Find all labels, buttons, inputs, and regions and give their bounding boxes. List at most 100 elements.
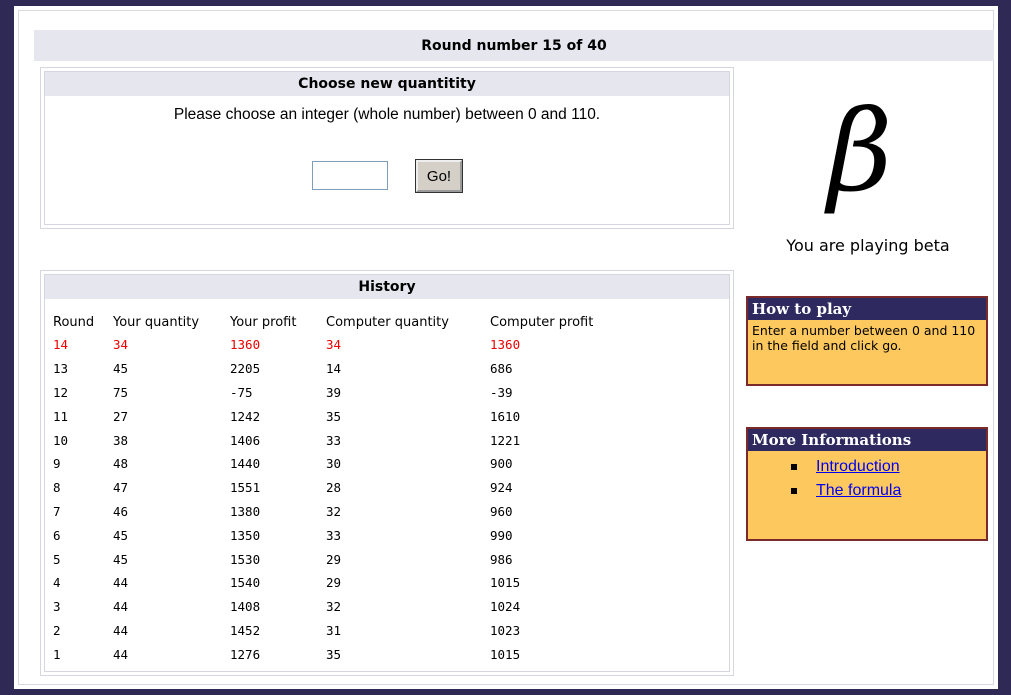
computer-quantity-cell: 28	[326, 480, 342, 496]
round-indicator: Round number 15 of 40	[34, 30, 994, 61]
table-row: 12 75 -75 39 -39	[53, 381, 630, 405]
your-profit-cell: 1540	[230, 575, 261, 591]
round-cell: 11	[53, 408, 69, 424]
computer-profit-cell: 990	[490, 527, 513, 543]
computer-profit-cell: 1221	[490, 432, 521, 448]
computer-quantity-cell: 35	[326, 646, 342, 662]
your-profit-cell: 1452	[230, 622, 261, 638]
round-cell: 3	[53, 599, 61, 615]
table-row: 3 44 1408 32 1024	[53, 595, 630, 619]
history-panel: History Round Your quantity Your profit …	[40, 270, 734, 676]
table-row: 10 38 1406 33 1221	[53, 428, 630, 452]
computer-profit-cell: 924	[490, 480, 513, 496]
col-computer-profit: Computer profit	[490, 314, 594, 330]
your-quantity-cell: 38	[113, 432, 129, 448]
your-quantity-cell: 44	[113, 646, 129, 662]
table-row: 4 44 1540 29 1015	[53, 571, 630, 595]
your-quantity-cell: 27	[113, 408, 129, 424]
list-item: Introduction	[748, 455, 986, 479]
your-quantity-cell: 47	[113, 480, 129, 496]
computer-quantity-cell: 35	[326, 408, 342, 424]
table-row: 2 44 1452 31 1023	[53, 619, 630, 643]
computer-quantity-cell: 32	[326, 503, 342, 519]
round-cell: 1	[53, 646, 61, 662]
computer-profit-cell: 1015	[490, 575, 521, 591]
round-cell: 4	[53, 575, 61, 591]
your-profit-cell: 1350	[230, 527, 261, 543]
history-panel-title: History	[45, 275, 729, 299]
table-row: 8 47 1551 28 924	[53, 476, 630, 500]
how-to-play-title: How to play	[748, 298, 986, 320]
computer-quantity-cell: 14	[326, 361, 342, 377]
your-profit-cell: 1242	[230, 408, 261, 424]
computer-quantity-cell: 29	[326, 575, 342, 591]
your-profit-cell: 1406	[230, 432, 261, 448]
round-cell: 2	[53, 622, 61, 638]
round-cell: 8	[53, 480, 61, 496]
go-button[interactable]: Go!	[415, 159, 463, 193]
your-profit-cell: 1276	[230, 646, 261, 662]
round-cell: 12	[53, 384, 69, 400]
your-quantity-cell: 44	[113, 575, 129, 591]
table-row: 6 45 1350 33 990	[53, 523, 630, 547]
your-profit-cell: 1380	[230, 503, 261, 519]
more-info-list: Introduction The formula	[748, 455, 986, 503]
your-profit-cell: 2205	[230, 361, 261, 377]
history-body: 14 34 1360 34 1360 13 45 2205 14 686 12 75 -75 39 -39 1…	[53, 333, 630, 666]
your-quantity-cell: 34	[113, 337, 129, 353]
computer-profit-cell: 960	[490, 503, 513, 519]
col-round: Round	[53, 314, 95, 330]
your-quantity-cell: 46	[113, 503, 129, 519]
round-cell: 9	[53, 456, 61, 472]
how-to-play-box: How to play Enter a number between 0 and…	[746, 296, 988, 386]
round-cell: 6	[53, 527, 61, 543]
col-your-profit: Your profit	[230, 314, 297, 330]
your-profit-cell: 1530	[230, 551, 261, 567]
bullet-icon	[791, 464, 797, 470]
your-quantity-cell: 44	[113, 599, 129, 615]
table-row: 1 44 1276 35 1015	[53, 642, 630, 666]
history-table: Round Your quantity Your profit Computer…	[53, 311, 630, 666]
col-computer-quantity: Computer quantity	[326, 314, 449, 330]
round-cell: 14	[53, 337, 69, 353]
computer-profit-cell: 686	[490, 361, 513, 377]
round-cell: 5	[53, 551, 61, 567]
list-item: The formula	[748, 479, 986, 503]
your-quantity-cell: 45	[113, 551, 129, 567]
computer-quantity-cell: 29	[326, 551, 342, 567]
computer-quantity-cell: 31	[326, 622, 342, 638]
beta-label: You are playing beta	[786, 236, 950, 255]
choose-quantity-panel: Choose new quantitity Please choose an i…	[40, 67, 734, 229]
computer-profit-cell: 900	[490, 456, 513, 472]
how-to-play-text: Enter a number between 0 and 110 in the …	[752, 323, 976, 353]
computer-profit-cell: -39	[490, 384, 513, 400]
your-quantity-cell: 45	[113, 361, 129, 377]
bullet-icon	[791, 488, 797, 494]
computer-quantity-cell: 33	[326, 432, 342, 448]
col-your-quantity: Your quantity	[113, 314, 200, 330]
computer-profit-cell: 1024	[490, 599, 521, 615]
choose-panel-title: Choose new quantitity	[45, 72, 729, 96]
table-row: 13 45 2205 14 686	[53, 357, 630, 381]
table-row: 11 27 1242 35 1610	[53, 404, 630, 428]
formula-link[interactable]: The formula	[816, 482, 901, 499]
history-header-row: Round Your quantity Your profit Computer…	[53, 311, 630, 333]
computer-profit-cell: 1015	[490, 646, 521, 662]
your-profit-cell: 1408	[230, 599, 261, 615]
computer-quantity-cell: 32	[326, 599, 342, 615]
computer-profit-cell: 1023	[490, 622, 521, 638]
table-row: 7 46 1380 32 960	[53, 500, 630, 524]
your-quantity-cell: 75	[113, 384, 129, 400]
computer-quantity-cell: 30	[326, 456, 342, 472]
computer-quantity-cell: 34	[326, 337, 342, 353]
computer-profit-cell: 1610	[490, 408, 521, 424]
choose-instruction: Please choose an integer (whole number) …	[173, 106, 601, 123]
introduction-link[interactable]: Introduction	[816, 458, 900, 475]
computer-quantity-cell: 39	[326, 384, 342, 400]
round-cell: 10	[53, 432, 69, 448]
more-info-box: More Informations Introduction The formu…	[746, 427, 988, 541]
computer-quantity-cell: 33	[326, 527, 342, 543]
round-cell: 13	[53, 361, 69, 377]
quantity-input[interactable]	[312, 161, 388, 190]
your-profit-cell: 1551	[230, 480, 261, 496]
